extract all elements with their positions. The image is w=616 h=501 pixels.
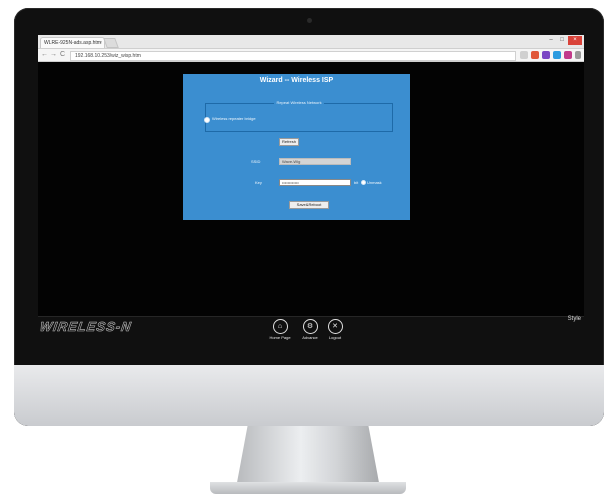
gear-icon[interactable]: ⚙ — [302, 319, 318, 334]
new-tab-button[interactable] — [103, 38, 119, 48]
repeat-network-fieldset: Repeat Wireless Network Wireless repeate… — [204, 100, 393, 132]
brand-logo: WIRELESS-N — [38, 319, 133, 335]
home-icon[interactable]: ⌂ — [272, 319, 288, 334]
monitor-stand-base — [210, 482, 406, 494]
extension-icon[interactable] — [531, 51, 539, 59]
save-reboot-button[interactable]: Save&Reboot — [289, 201, 329, 209]
wizard-panel: Wizard -- Wireless ISP Repeat Wireless N… — [183, 74, 410, 220]
extension-icon[interactable] — [553, 51, 561, 59]
refresh-button[interactable]: Refresh — [279, 138, 299, 146]
nav-logout-label: Logout — [328, 335, 342, 340]
unmask-label: Unmask — [367, 180, 382, 185]
menu-icon[interactable] — [575, 51, 581, 59]
nav-advance[interactable]: ⚙ Advance — [297, 319, 323, 340]
browser-tab-bar: WLRE-925N-ads.asp.htm × – □ × — [38, 35, 584, 49]
legend-text: Repeat Wireless Network — [274, 100, 324, 105]
screen: WLRE-925N-ads.asp.htm × – □ × ← → C 192.… — [38, 35, 584, 342]
repeater-bridge-label: Wireless repeater bridge — [212, 116, 256, 121]
bookmark-star-icon[interactable] — [520, 51, 528, 59]
maximize-button[interactable]: □ — [557, 36, 567, 45]
close-window-button[interactable]: × — [568, 36, 582, 45]
wizard-title: Wizard -- Wireless ISP — [259, 77, 334, 84]
ssid-input[interactable]: Wave-Wig — [279, 158, 351, 165]
extension-icon[interactable] — [542, 51, 550, 59]
tab-title: WLRE-925N-ads.asp.htm — [44, 40, 101, 46]
close-icon[interactable]: ✕ — [327, 319, 343, 334]
nav-home[interactable]: ⌂ Home Page — [267, 319, 293, 340]
key-suffix: bit — [354, 180, 359, 185]
minimize-button[interactable]: – — [546, 36, 556, 45]
router-footer: WIRELESS-N Style ⌂ Home Page ⚙ Advance ✕… — [38, 316, 584, 342]
forward-icon[interactable]: → — [50, 50, 57, 60]
back-icon[interactable]: ← — [41, 50, 48, 60]
ssid-label: SSID — [251, 159, 261, 164]
camera-dot — [307, 18, 312, 23]
fieldset-legend: Repeat Wireless Network — [206, 100, 392, 105]
tab-close-icon[interactable]: × — [99, 38, 102, 48]
style-link[interactable]: Style — [568, 316, 581, 322]
unmask-checkbox[interactable] — [361, 180, 366, 185]
repeater-bridge-radio[interactable] — [204, 117, 210, 123]
reload-icon[interactable]: C — [60, 50, 65, 60]
monitor-stand — [236, 426, 380, 488]
browser-tab[interactable]: WLRE-925N-ads.asp.htm × — [40, 37, 105, 48]
key-input[interactable]: •••••••••••• — [279, 179, 351, 186]
nav-advance-label: Advance — [302, 335, 318, 340]
nav-logout[interactable]: ✕ Logout — [322, 319, 348, 340]
window-controls: – □ × — [546, 36, 582, 46]
extension-icon[interactable] — [564, 51, 572, 59]
url-input[interactable]: 192.168.10.253/wiz_wisp.htm — [70, 51, 516, 61]
router-page: Wizard -- Wireless ISP Repeat Wireless N… — [38, 62, 584, 316]
key-label: Key — [255, 180, 262, 185]
monitor-chin — [14, 365, 604, 426]
address-bar-row: ← → C 192.168.10.253/wiz_wisp.htm — [38, 49, 584, 62]
nav-home-label: Home Page — [269, 335, 291, 340]
